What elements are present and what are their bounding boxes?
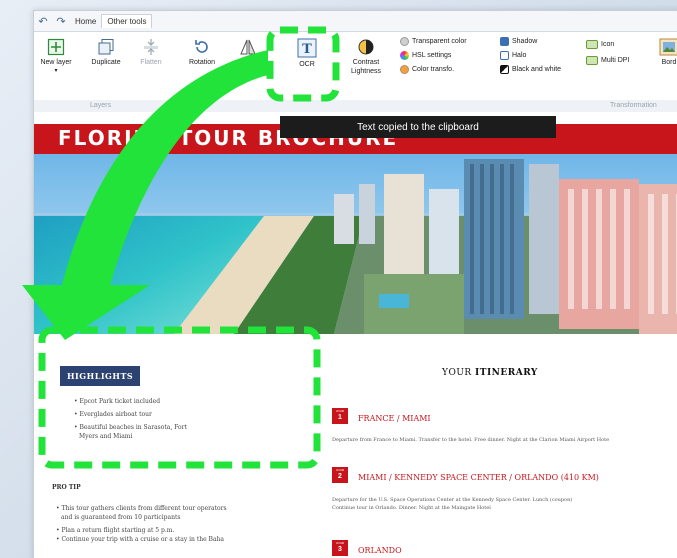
black-white-label: Black and white xyxy=(512,66,562,73)
redo-icon[interactable]: ↷ xyxy=(52,15,70,28)
highlights-badge: HIGHLIGHTS xyxy=(60,366,141,386)
ocr-text-icon: T xyxy=(297,38,317,58)
highlights-list: • Epcot Park ticket included • Everglade… xyxy=(74,397,187,445)
color-transfo-button[interactable]: Color transfo. xyxy=(400,65,454,74)
group-label-transformation: Transformation xyxy=(610,102,657,109)
svg-text:T: T xyxy=(302,42,312,57)
new-layer-icon xyxy=(47,38,65,56)
border-image-icon xyxy=(659,38,677,56)
duplicate-icon xyxy=(98,39,114,55)
icon-icon xyxy=(586,40,598,49)
black-white-icon xyxy=(500,65,509,74)
day-1-description: Departure from France to Miami. Transfer… xyxy=(332,437,610,443)
hsl-settings-button[interactable]: HSL settings xyxy=(400,51,451,60)
contrast-icon xyxy=(358,39,374,55)
shadow-icon xyxy=(500,37,509,46)
halo-button[interactable]: Halo xyxy=(500,51,526,60)
chevron-down-icon: ▾ xyxy=(54,68,58,74)
day-3-title: ORLANDO xyxy=(358,546,402,555)
border-label: Bord xyxy=(661,59,677,66)
contrast-lightness-button[interactable]: Contrast Lightness xyxy=(346,38,386,76)
itinerary-prefix: YOUR xyxy=(442,368,476,378)
pro-tip-list: • This tour gathers clients from differe… xyxy=(56,504,227,548)
list-item: • This tour gathers clients from differe… xyxy=(56,505,227,512)
undo-icon[interactable]: ↶ xyxy=(34,15,52,28)
day-2-description-line1: Departure for the U.S. Space Operations … xyxy=(332,497,573,503)
list-item: • Everglades airboat tour xyxy=(74,411,152,418)
document-canvas[interactable]: FLORIDA TOUR BROCHURE HIGHLIGHTS • Epcot… xyxy=(34,112,677,558)
duplicate-label: Duplicate xyxy=(91,59,121,66)
mirror-button[interactable] xyxy=(237,38,259,58)
flatten-label: Flatten xyxy=(140,59,162,66)
clipboard-toast: Text copied to the clipboard xyxy=(280,116,556,138)
day-1-calendar-icon: JOUR 1 xyxy=(332,408,348,424)
ribbon-group-bar xyxy=(34,100,677,112)
mirror-icon xyxy=(240,39,256,55)
duplicate-button[interactable]: Duplicate xyxy=(86,38,126,67)
list-item: • Plan a return flight starting at 5 p.m… xyxy=(56,527,175,534)
list-item: • Epcot Park ticket included xyxy=(74,398,161,405)
list-item: and is guaranteed from 10 participants xyxy=(61,514,181,521)
color-transfo-icon xyxy=(400,65,409,74)
multi-dpi-label: Multi DPI xyxy=(601,57,630,64)
border-button[interactable]: Bord xyxy=(654,38,677,67)
day-number: 2 xyxy=(338,473,342,480)
icon-label: Icon xyxy=(601,41,615,48)
hsl-settings-label: HSL settings xyxy=(412,52,452,59)
day-number: 3 xyxy=(338,546,342,553)
day-number: 1 xyxy=(338,414,342,421)
day-3-calendar-icon: JOUR 3 xyxy=(332,540,348,556)
day-2-description-line2: Continue tour in Orlando. Dinner. Night … xyxy=(332,505,491,511)
transparent-color-label: Transparent color xyxy=(412,38,467,45)
new-layer-button[interactable]: New layer ▾ xyxy=(38,38,74,76)
pro-tip-heading: PRO TIP xyxy=(52,484,81,491)
flatten-button[interactable]: Flatten xyxy=(136,38,166,67)
tab-other-tools[interactable]: Other tools xyxy=(101,14,153,28)
miami-beach-image xyxy=(34,154,677,334)
shadow-label: Shadow xyxy=(512,38,538,45)
transparent-color-button[interactable]: Transparent color xyxy=(400,37,467,46)
ribbon-toolbar: New layer ▾ Duplicate Flatten Rotation T… xyxy=(34,31,677,112)
app-window: ↶ ↷ Home Other tools New layer ▾ Duplica… xyxy=(33,10,677,558)
tab-home[interactable]: Home xyxy=(70,15,101,28)
lightness-label: Lightness xyxy=(351,68,381,75)
itinerary-title: YOUR ITINERARY xyxy=(442,368,538,378)
halo-icon xyxy=(500,51,509,60)
color-transfo-label: Color transfo. xyxy=(412,66,455,73)
rotation-icon xyxy=(195,40,208,53)
miami-beach-photo xyxy=(34,154,677,334)
ocr-button[interactable]: T OCR xyxy=(292,38,322,69)
contrast-label: Contrast xyxy=(352,59,380,66)
black-white-button[interactable]: Black and white xyxy=(500,65,561,74)
halo-label: Halo xyxy=(512,52,527,59)
day-2-calendar-icon: JOUR 2 xyxy=(332,467,348,483)
group-label-layers: Layers xyxy=(90,102,112,109)
icon-button[interactable]: Icon xyxy=(586,40,614,49)
multi-dpi-icon xyxy=(586,56,598,65)
new-layer-label: New layer xyxy=(40,59,72,66)
ocr-label: OCR xyxy=(299,61,315,68)
list-item: • Beautiful beaches in Sarasota, Fort xyxy=(74,424,187,431)
transparent-color-icon xyxy=(400,37,409,46)
day-1-title: FRANCE / MIAMI xyxy=(358,414,431,423)
shadow-button[interactable]: Shadow xyxy=(500,37,537,46)
list-item: • Continue your trip with a cruise or a … xyxy=(56,536,224,543)
list-item: Myers and Miami xyxy=(79,433,133,440)
hsl-icon xyxy=(400,51,409,60)
flatten-icon xyxy=(144,39,158,55)
day-2-title: MIAMI / KENNEDY SPACE CENTER / ORLANDO (… xyxy=(358,473,599,482)
ribbon-tab-bar: ↶ ↷ Home Other tools xyxy=(34,11,677,31)
multi-dpi-button[interactable]: Multi DPI xyxy=(586,56,629,65)
rotation-button[interactable]: Rotation xyxy=(184,38,220,67)
rotation-label: Rotation xyxy=(188,59,216,66)
itinerary-bold: ITINERARY xyxy=(475,368,538,378)
